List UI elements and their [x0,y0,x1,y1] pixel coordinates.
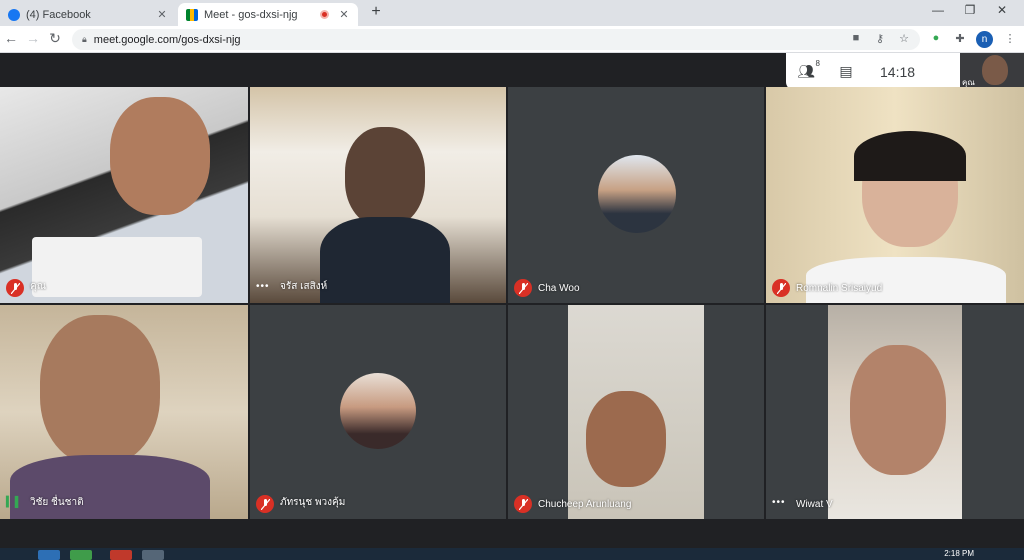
participant-name: จรัส เสสิงห์ [280,281,328,292]
chat-icon: ▤ [839,63,853,79]
taskbar-app-icon[interactable] [142,550,164,560]
mic-off-icon [772,279,790,297]
self-view[interactable]: คุณ [960,53,1024,90]
people-icon: 👥︎ [797,63,815,79]
url-bar[interactable]: 🔒︎ meet.google.com/gos-dxsi-njg [72,29,920,50]
taskbar-app-icon[interactable] [38,550,60,560]
participant-name: Cha Woo [538,283,580,294]
meet-top-controls: 👥︎ 8 ▤ 14:18 [786,53,960,90]
profile-avatar[interactable]: n [976,31,993,48]
participant-tile[interactable]: Cha Woo [508,87,764,303]
document-prop [32,237,202,297]
restore-icon[interactable]: ❐ [960,3,980,17]
participant-video [40,315,160,465]
camera-icon[interactable]: ■ [848,32,864,44]
mic-off-icon [6,279,24,297]
forward-icon[interactable]: → [24,30,42,46]
tab-strip: (4) Facebook ✕ Meet - gos-dxsi-njg ✕ + —… [0,0,1024,26]
back-icon[interactable]: ← [2,30,20,46]
tab-meet[interactable]: Meet - gos-dxsi-njg ✕ [178,3,358,26]
menu-icon[interactable]: ⋮ [1002,32,1018,45]
meet-stage: 👥︎ 8 ▤ 14:18 คุณ คุณ ••• จรัส เสสิงห์ Ch… [0,53,1024,548]
reload-icon[interactable]: ↻ [46,30,64,47]
recording-icon [320,10,329,19]
puzzle-icon[interactable]: ✚ [952,32,968,45]
participant-tile[interactable]: Romnalin Srisaiyud [766,87,1024,303]
participant-tile[interactable]: ••• Wiwat V [766,305,1024,519]
close-window-icon[interactable]: ✕ [992,3,1012,17]
participant-name: คุณ [30,281,46,292]
participant-name: ภัทรนุช พวงคุ้ม [280,497,346,508]
tab-title: Meet - gos-dxsi-njg [204,8,298,21]
participant-avatar [598,155,676,233]
participant-tile[interactable]: ••• จรัส เสสิงห์ [250,87,506,303]
close-icon[interactable]: ✕ [156,8,168,21]
lock-icon: 🔒︎ [82,34,87,44]
speaking-icon: ▍▌ [6,497,23,508]
meeting-clock: 14:18 [880,63,916,80]
minimize-icon[interactable]: — [928,3,948,17]
speaking-icon: ••• [772,497,786,508]
chat-button[interactable]: ▤ [826,63,866,80]
taskbar-app-icon[interactable] [70,550,92,560]
tab-title: (4) Facebook [26,8,91,21]
address-toolbar: ← → ↻ 🔒︎ meet.google.com/gos-dxsi-njg ■ … [0,26,1024,53]
meet-icon [186,8,198,21]
participant-tile[interactable]: Chucheep Arunluang [508,305,764,519]
extension-app-icon[interactable]: ● [928,32,944,44]
participant-name: Chucheep Arunluang [538,499,632,510]
key-icon[interactable]: ⚷ [872,32,888,45]
taskbar-app-icon[interactable] [110,550,132,560]
participant-video [345,127,425,227]
participant-name: Wiwat V [796,499,833,510]
participant-body [806,257,1006,303]
tab-facebook[interactable]: (4) Facebook ✕ [0,3,176,26]
mic-off-icon [514,495,532,513]
participant-name: Romnalin Srisaiyud [796,283,883,294]
participant-name: วิชัย ชื่นชาติ [30,497,84,508]
new-tab-button[interactable]: + [366,3,386,21]
participant-avatar [340,373,416,449]
participant-count: 8 [815,59,820,68]
taskbar-clock: 2:18 PM [944,549,974,558]
participant-video [110,97,210,215]
close-icon[interactable]: ✕ [338,8,350,21]
participant-tile[interactable]: ภัทรนุช พวงคุ้ม [250,305,506,519]
participant-body [320,217,450,303]
speaking-icon: ••• [256,281,270,292]
participant-face [850,345,946,475]
participant-tile[interactable]: ▍▌ วิชัย ชื่นชาติ [0,305,248,519]
mic-off-icon [256,495,274,513]
participant-hair [854,131,966,181]
mic-off-icon [514,279,532,297]
people-button[interactable]: 👥︎ 8 [786,59,826,80]
self-video [982,55,1008,85]
os-taskbar: 2:18 PM [0,548,1024,560]
url-text: meet.google.com/gos-dxsi-njg [93,33,241,46]
facebook-icon [8,8,20,21]
participant-face [586,391,666,487]
star-icon[interactable]: ☆ [896,32,912,45]
participant-tile[interactable]: คุณ [0,87,248,303]
